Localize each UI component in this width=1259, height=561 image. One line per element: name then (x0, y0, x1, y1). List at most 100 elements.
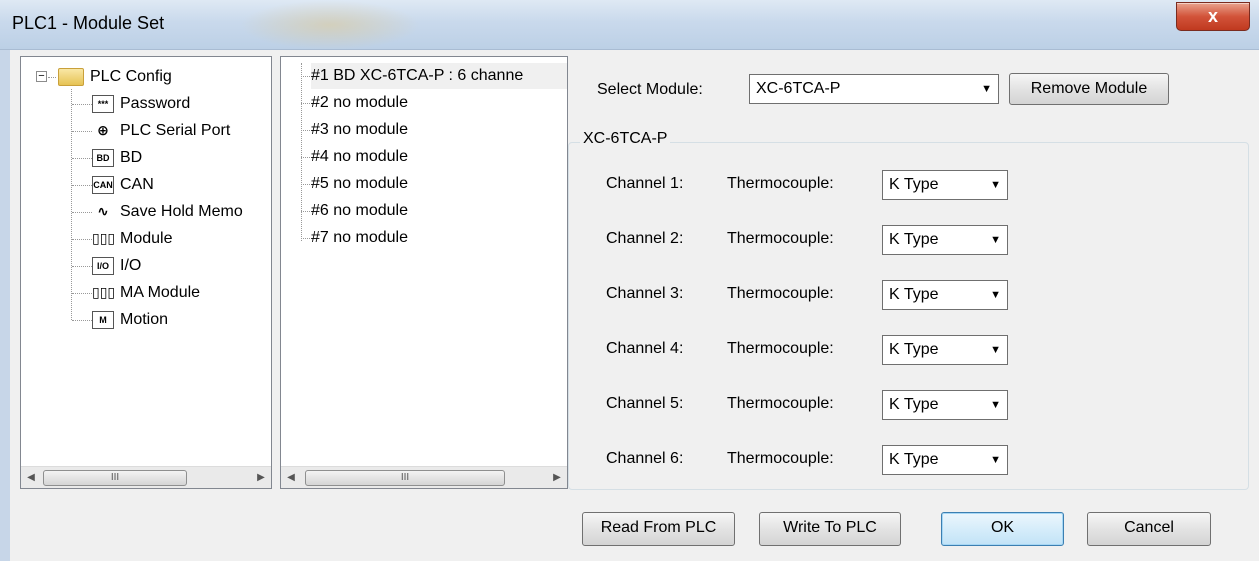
tree-item-label: BD (120, 149, 143, 166)
tree-connector (72, 158, 92, 159)
chevron-down-icon: ▼ (990, 399, 1001, 411)
channel-5-type-dropdown[interactable]: K Type ▼ (882, 390, 1008, 420)
close-button[interactable]: x (1176, 2, 1250, 31)
tree-connector (301, 76, 310, 77)
tree-connector (72, 293, 92, 294)
slot-item-6[interactable]: #6 no module (311, 198, 408, 224)
window-title: PLC1 - Module Set (12, 13, 165, 33)
tree-item-label: Motion (120, 311, 169, 328)
channel-4-label: Channel 4: (606, 340, 684, 357)
channel-2-sensor-label: Thermocouple: (727, 230, 834, 247)
ma-module-icon: ▯▯▯ (92, 284, 116, 300)
serial-port-icon: ⊕ (97, 122, 109, 138)
tree-horizontal-scrollbar[interactable]: ◀ III ▶ (21, 466, 271, 488)
channel-1-label: Channel 1: (606, 175, 684, 192)
group-title: XC-6TCA-P (580, 130, 671, 148)
scroll-thumb[interactable]: III (305, 470, 505, 486)
password-icon: *** (92, 95, 114, 113)
chevron-down-icon: ▼ (990, 344, 1001, 356)
tree-item-label: Save Hold Memo (120, 203, 243, 220)
channel-3-type-dropdown[interactable]: K Type ▼ (882, 280, 1008, 310)
tree-item-label: PLC Serial Port (120, 122, 231, 139)
title-bar-decoration (240, 0, 420, 50)
tree-connector (301, 184, 310, 185)
tree-item-ma-module[interactable]: ▯▯▯ MA Module (92, 280, 200, 306)
channel-1-type-value: K Type (889, 176, 939, 193)
channel-3-sensor-label: Thermocouple: (727, 285, 834, 302)
tree-connector (301, 63, 302, 241)
save-hold-memory-icon: ∿ (97, 203, 109, 219)
tree-item-io[interactable]: I/O I/O (92, 253, 141, 279)
module-slot-list[interactable]: #1 BD XC-6TCA-P : 6 channe #2 no module … (280, 56, 568, 489)
scroll-left-arrow-icon[interactable]: ◀ (21, 467, 41, 489)
tree-connector (72, 320, 92, 321)
slot-item-1[interactable]: #1 BD XC-6TCA-P : 6 channe (311, 63, 567, 89)
tree-connector (71, 89, 72, 320)
slot-item-4[interactable]: #4 no module (311, 144, 408, 170)
chevron-down-icon: ▼ (981, 83, 992, 95)
channel-3-label: Channel 3: (606, 285, 684, 302)
chevron-down-icon: ▼ (990, 234, 1001, 246)
tree-connector (301, 103, 310, 104)
scroll-thumb[interactable]: III (43, 470, 187, 486)
tree-item-motion[interactable]: M Motion (92, 307, 168, 333)
channel-2-label: Channel 2: (606, 230, 684, 247)
channel-6-sensor-label: Thermocouple: (727, 450, 834, 467)
channel-6-type-dropdown[interactable]: K Type ▼ (882, 445, 1008, 475)
tree-connector (301, 130, 310, 131)
select-module-dropdown[interactable]: XC-6TCA-P ▼ (749, 74, 999, 104)
tree-item-label: PLC Config (90, 68, 172, 85)
bd-icon: BD (92, 149, 114, 167)
slot-item-7[interactable]: #7 no module (311, 225, 408, 251)
tree-connector (72, 185, 92, 186)
channel-5-sensor-label: Thermocouple: (727, 395, 834, 412)
channel-2-type-value: K Type (889, 231, 939, 248)
scroll-right-arrow-icon[interactable]: ▶ (251, 467, 271, 489)
write-to-plc-button[interactable]: Write To PLC (759, 512, 901, 546)
tree-item-save-hold-memo[interactable]: ∿ Save Hold Memo (92, 199, 243, 225)
select-module-value: XC-6TCA-P (756, 80, 841, 97)
tree-item-can[interactable]: CAN CAN (92, 172, 154, 198)
slot-horizontal-scrollbar[interactable]: ◀ III ▶ (281, 466, 567, 488)
tree-collapse-toggle[interactable]: − (36, 71, 47, 82)
module-icon: ▯▯▯ (92, 230, 116, 246)
tree-item-label: Password (120, 95, 191, 112)
scroll-left-arrow-icon[interactable]: ◀ (281, 467, 301, 489)
chevron-down-icon: ▼ (990, 454, 1001, 466)
tree-item-bd[interactable]: BD BD (92, 145, 142, 171)
tree-connector (72, 266, 92, 267)
cancel-button[interactable]: Cancel (1087, 512, 1211, 546)
channel-4-sensor-label: Thermocouple: (727, 340, 834, 357)
slot-item-2[interactable]: #2 no module (311, 90, 408, 116)
tree-connector (72, 131, 92, 132)
tree-item-plc-config[interactable]: PLC Config (58, 64, 172, 90)
io-icon: I/O (92, 257, 114, 275)
tree-item-module[interactable]: ▯▯▯ Module (92, 226, 172, 252)
motion-icon: M (92, 311, 114, 329)
tree-item-password[interactable]: *** Password (92, 91, 190, 117)
remove-module-button[interactable]: Remove Module (1009, 73, 1169, 105)
channel-5-label: Channel 5: (606, 395, 684, 412)
slot-item-5[interactable]: #5 no module (311, 171, 408, 197)
tree-item-label: Module (120, 230, 173, 247)
channel-2-type-dropdown[interactable]: K Type ▼ (882, 225, 1008, 255)
tree-item-label: I/O (120, 257, 142, 274)
tree-connector (48, 77, 56, 78)
channel-4-type-dropdown[interactable]: K Type ▼ (882, 335, 1008, 365)
channel-5-type-value: K Type (889, 396, 939, 413)
slot-item-3[interactable]: #3 no module (311, 117, 408, 143)
scroll-right-arrow-icon[interactable]: ▶ (547, 467, 567, 489)
tree-connector (72, 212, 92, 213)
folder-icon (58, 68, 84, 86)
ok-button[interactable]: OK (941, 512, 1064, 546)
channel-4-type-value: K Type (889, 341, 939, 358)
tree-item-plc-serial-port[interactable]: ⊕ PLC Serial Port (92, 118, 230, 144)
read-from-plc-button[interactable]: Read From PLC (582, 512, 735, 546)
tree-connector (301, 157, 310, 158)
tree-item-label: MA Module (120, 284, 201, 301)
config-tree[interactable]: − PLC Config *** Password ⊕ PLC Serial Por… (20, 56, 272, 489)
tree-connector (72, 239, 92, 240)
window-frame-left (0, 50, 10, 561)
channel-1-type-dropdown[interactable]: K Type ▼ (882, 170, 1008, 200)
tree-connector (301, 211, 310, 212)
